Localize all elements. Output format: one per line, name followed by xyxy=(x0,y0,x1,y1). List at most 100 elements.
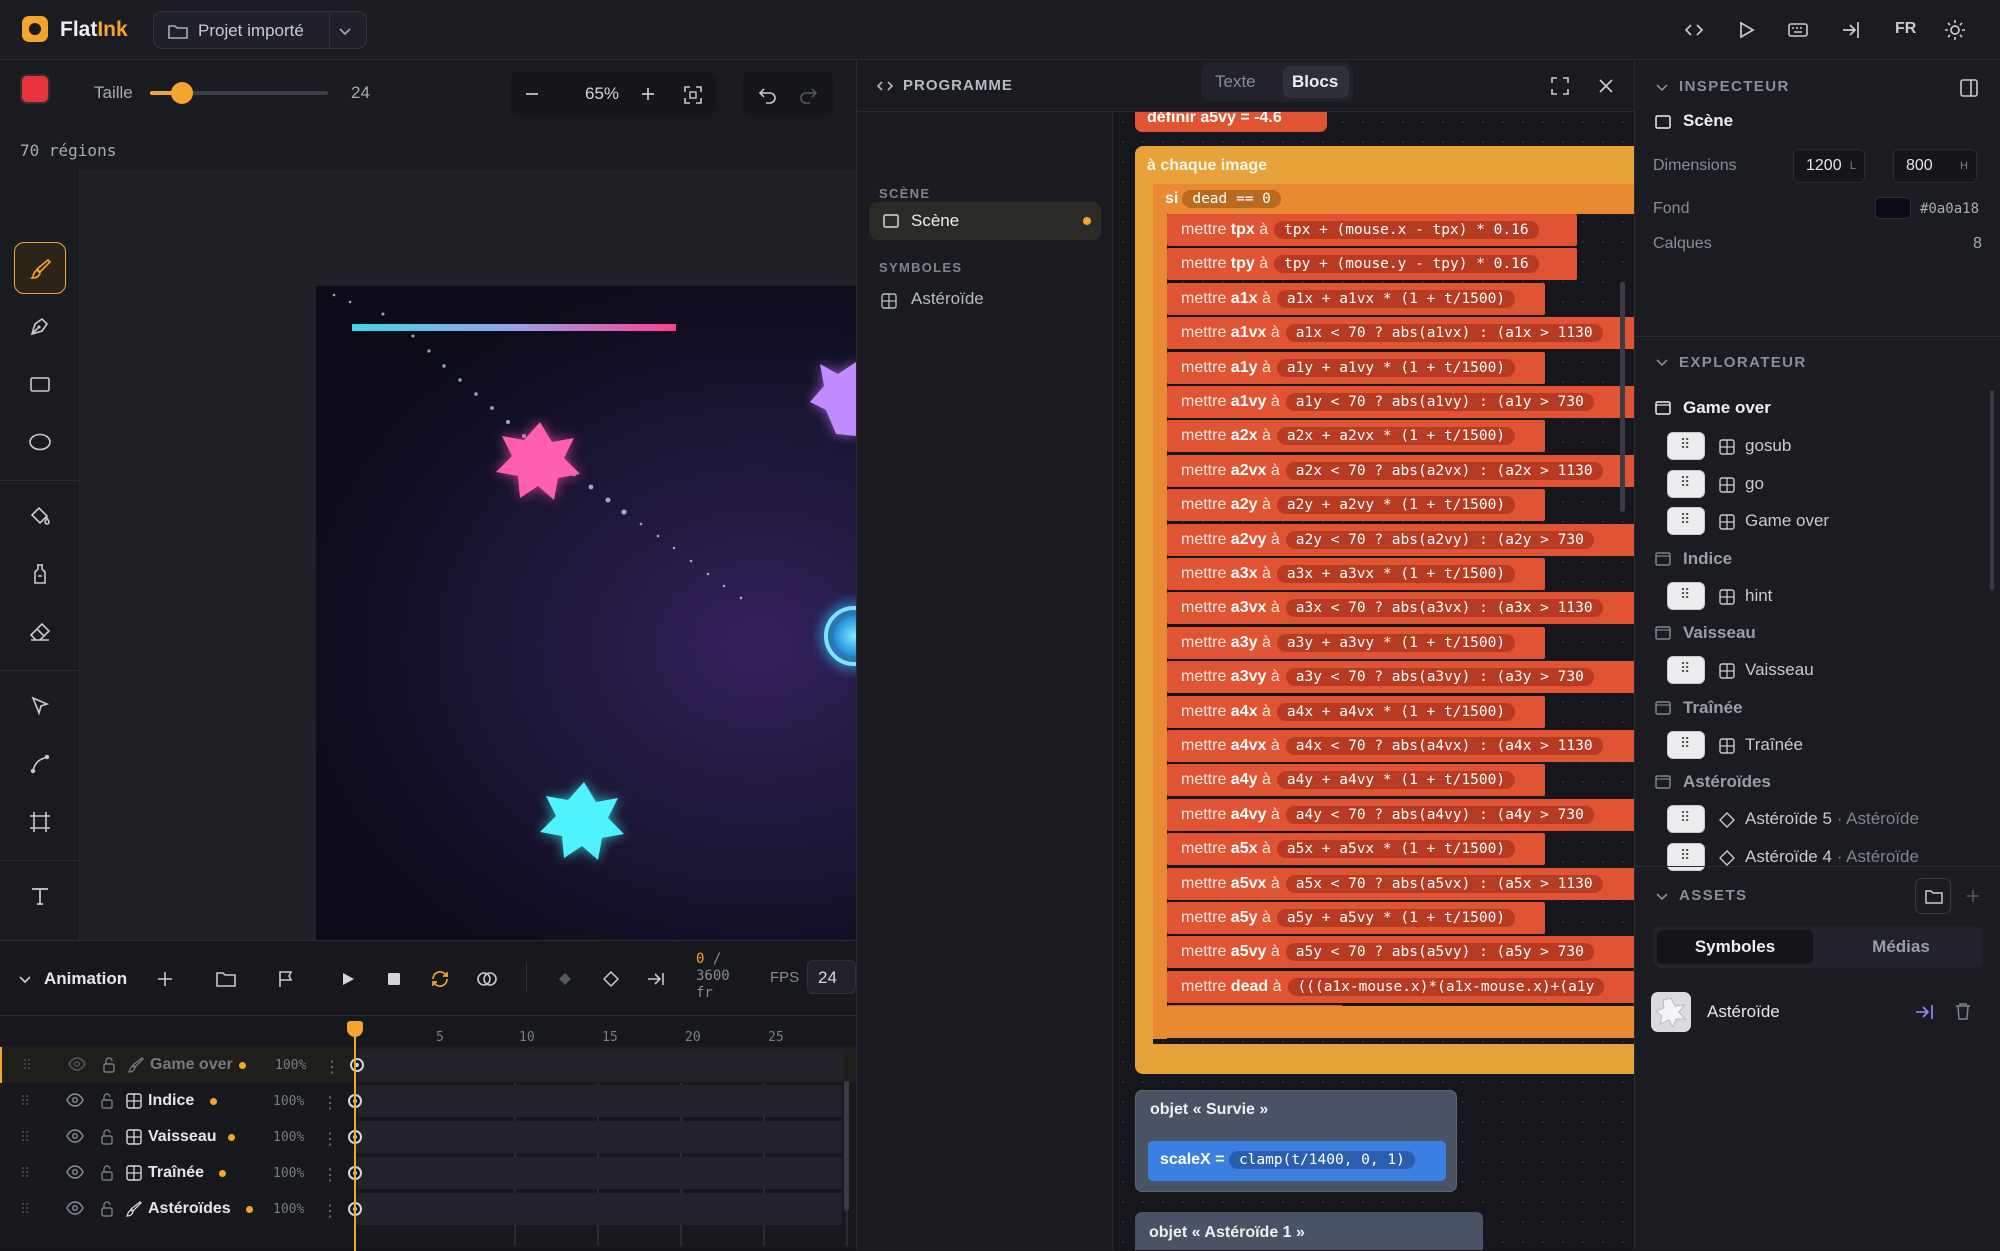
blocks-scrollbar[interactable] xyxy=(1620,282,1625,512)
lock-icon[interactable] xyxy=(100,1201,114,1217)
tab-blocks[interactable]: Blocs xyxy=(1283,66,1349,98)
flag-icon[interactable] xyxy=(278,970,294,988)
redo-icon[interactable] xyxy=(798,86,818,104)
tab-symbols[interactable]: Symboles xyxy=(1657,930,1813,964)
statement-expression[interactable]: a3x < 70 ? abs(a3vx) : (a3x > 1130 xyxy=(1285,599,1603,618)
keyframe[interactable] xyxy=(350,1058,364,1072)
if-condition[interactable]: dead == 0 xyxy=(1182,190,1281,208)
timeline-layer[interactable]: ⠿ Traînée 100% ⋮ xyxy=(0,1155,856,1191)
set-statement[interactable]: mettre a3vx à a3x < 70 ? abs(a3vx) : (a3x… xyxy=(1167,592,1635,625)
add-asset-icon[interactable] xyxy=(1965,888,1981,904)
lock-icon[interactable] xyxy=(100,1165,114,1181)
drag-handle-icon[interactable]: ⠿ xyxy=(20,1165,30,1182)
panel-toggle-icon[interactable] xyxy=(1959,78,1979,98)
more-options-icon[interactable]: ⋮ xyxy=(322,1201,338,1221)
transform-tool[interactable] xyxy=(14,796,66,848)
statement-expression[interactable]: a2y + a2vy * (1 + t/1500) xyxy=(1276,496,1516,515)
frame-ruler[interactable]: 5 10 15 20 25 xyxy=(0,1015,856,1246)
height-input[interactable]: 800 H xyxy=(1893,149,1977,183)
timeline-layer[interactable]: ⠿ Astéroïdes 100% ⋮ xyxy=(0,1191,856,1227)
collapse-chevron-icon[interactable] xyxy=(1655,890,1669,904)
select-tool[interactable] xyxy=(14,680,66,732)
explorer-item[interactable]: Astéroïde 5 · Astéroïde xyxy=(1635,801,2000,837)
eye-icon[interactable] xyxy=(68,1057,86,1071)
set-statement[interactable]: mettre a1vx à a1x < 70 ? abs(a1vx) : (a1x… xyxy=(1167,317,1635,350)
scalex-statement[interactable]: scaleX = clamp(t/1400, 0, 1) xyxy=(1148,1141,1446,1181)
tab-text[interactable]: Texte xyxy=(1215,72,1256,92)
set-statement[interactable]: mettre a1y à a1y + a1vy * (1 + t/1500) xyxy=(1167,351,1545,384)
keyframe-filled-icon[interactable] xyxy=(558,972,572,986)
collapse-chevron-icon[interactable] xyxy=(1655,81,1669,95)
timeline-layer[interactable]: ⠿ Indice 100% ⋮ xyxy=(0,1083,856,1119)
set-statement[interactable]: mettre a4y à a4y + a4vy * (1 + t/1500) xyxy=(1167,764,1545,797)
explorer-item[interactable]: gosub xyxy=(1635,428,2000,464)
eye-icon[interactable] xyxy=(66,1165,84,1179)
statement-expression[interactable]: tpy + (mouse.y - tpy) * 0.16 xyxy=(1274,255,1539,274)
set-statement[interactable]: mettre a2vy à a2y < 70 ? abs(a2vy) : (a2y… xyxy=(1167,523,1635,556)
playhead[interactable] xyxy=(347,1021,363,1251)
statement-expression[interactable]: a1x < 70 ? abs(a1vx) : (a1x > 1130 xyxy=(1285,324,1603,343)
code-icon[interactable] xyxy=(1683,19,1705,41)
explorer-group[interactable]: Game over xyxy=(1635,390,2000,426)
explorer-group[interactable]: Astéroïdes xyxy=(1635,764,2000,800)
set-statement[interactable]: mettre a4vx à a4x < 70 ? abs(a4vx) : (a4x… xyxy=(1167,730,1635,762)
fill-tool[interactable] xyxy=(14,490,66,542)
layer-opacity[interactable]: 100% xyxy=(273,1094,304,1109)
lock-icon[interactable] xyxy=(100,1129,114,1145)
drag-handle-icon[interactable] xyxy=(1667,432,1705,460)
define-block[interactable]: définir a5vy = -4.6 xyxy=(1135,112,1327,132)
width-input[interactable]: 1200 L xyxy=(1793,149,1865,183)
statement-expression[interactable]: a5y + a5vy * (1 + t/1500) xyxy=(1276,909,1516,927)
timeline-layer[interactable]: ⠿ Game over 100% ⋮ xyxy=(0,1047,856,1083)
language-button[interactable]: FR xyxy=(1895,20,1916,38)
folder-icon[interactable] xyxy=(216,970,236,988)
statement-expression[interactable]: a3x + a3vx * (1 + t/1500) xyxy=(1276,565,1516,583)
lock-icon[interactable] xyxy=(100,1093,114,1109)
statement-expression[interactable]: a3y + a3vy * (1 + t/1500) xyxy=(1276,633,1516,652)
more-options-icon[interactable]: ⋮ xyxy=(322,1093,338,1113)
statement-expression[interactable]: a5y < 70 ? abs(a5vy) : (a5y > 730 xyxy=(1285,943,1594,962)
background-color-swatch[interactable] xyxy=(1875,197,1911,219)
statement-expression[interactable]: tpx + (mouse.x - tpx) * 0.16 xyxy=(1274,221,1539,239)
tree-item-asteroid[interactable]: Astéroïde xyxy=(911,289,984,309)
set-statement[interactable]: mettre a3x à a3x + a3vx * (1 + t/1500) xyxy=(1167,558,1545,590)
export-icon[interactable] xyxy=(1840,19,1862,41)
ellipse-tool[interactable] xyxy=(14,416,66,468)
trash-icon[interactable] xyxy=(1955,1002,1971,1020)
drag-handle-icon[interactable] xyxy=(1667,507,1705,535)
blocks-workspace[interactable]: définir a5vy = -4.6 à chaque image si dea… xyxy=(1113,112,1635,1250)
insert-asset-icon[interactable] xyxy=(1915,1003,1935,1021)
drag-handle-icon[interactable]: ⠿ xyxy=(20,1093,30,1110)
drag-handle-icon[interactable] xyxy=(1667,469,1705,498)
eye-icon[interactable] xyxy=(66,1201,84,1215)
statement-expression[interactable]: a1y < 70 ? abs(a1vy) : (a1y > 730 xyxy=(1285,393,1594,411)
drag-handle-icon[interactable]: ⠿ xyxy=(20,1129,30,1146)
layer-opacity[interactable]: 100% xyxy=(273,1202,304,1217)
explorer-item[interactable]: Game over xyxy=(1635,503,2000,539)
pen-tool[interactable] xyxy=(14,300,66,352)
brush-tool[interactable] xyxy=(14,242,66,294)
project-selector[interactable]: Projet importé xyxy=(153,11,367,49)
tab-media[interactable]: Médias xyxy=(1823,930,1979,964)
expand-icon[interactable] xyxy=(1551,77,1569,95)
import-folder-button[interactable] xyxy=(1915,878,1951,914)
statement-expression[interactable]: a3y < 70 ? abs(a3vy) : (a3y > 730 xyxy=(1285,668,1594,687)
lock-icon[interactable] xyxy=(102,1057,116,1073)
set-statement[interactable]: mettre a1x à a1x + a1vx * (1 + t/1500) xyxy=(1167,282,1545,315)
keyboard-icon[interactable] xyxy=(1787,19,1809,41)
loop-icon[interactable] xyxy=(430,970,450,988)
fill-color-swatch[interactable] xyxy=(20,74,50,104)
canvas-area[interactable] xyxy=(80,170,856,940)
layer-track[interactable] xyxy=(358,1049,844,1081)
drag-handle-icon[interactable] xyxy=(1667,805,1705,833)
stop-icon[interactable] xyxy=(387,972,401,986)
set-statement[interactable]: mettre tpx à tpx + (mouse.x - tpx) * 0.16 xyxy=(1167,214,1577,246)
explorer-item[interactable]: hint xyxy=(1635,578,2000,614)
statement-expression[interactable]: a5x < 70 ? abs(a5vx) : (a5x > 1130 xyxy=(1285,874,1603,893)
size-slider-handle[interactable] xyxy=(171,82,193,104)
eraser-tool[interactable] xyxy=(14,606,66,658)
statement-expression[interactable]: a4x + a4vx * (1 + t/1500) xyxy=(1276,702,1516,721)
explorer-item[interactable]: Astéroïde 4 · Astéroïde xyxy=(1635,839,2000,875)
drag-handle-icon[interactable]: ⠿ xyxy=(20,1201,30,1218)
set-statement[interactable]: mettre a3vy à a3y < 70 ? abs(a3vy) : (a3y… xyxy=(1167,661,1635,694)
